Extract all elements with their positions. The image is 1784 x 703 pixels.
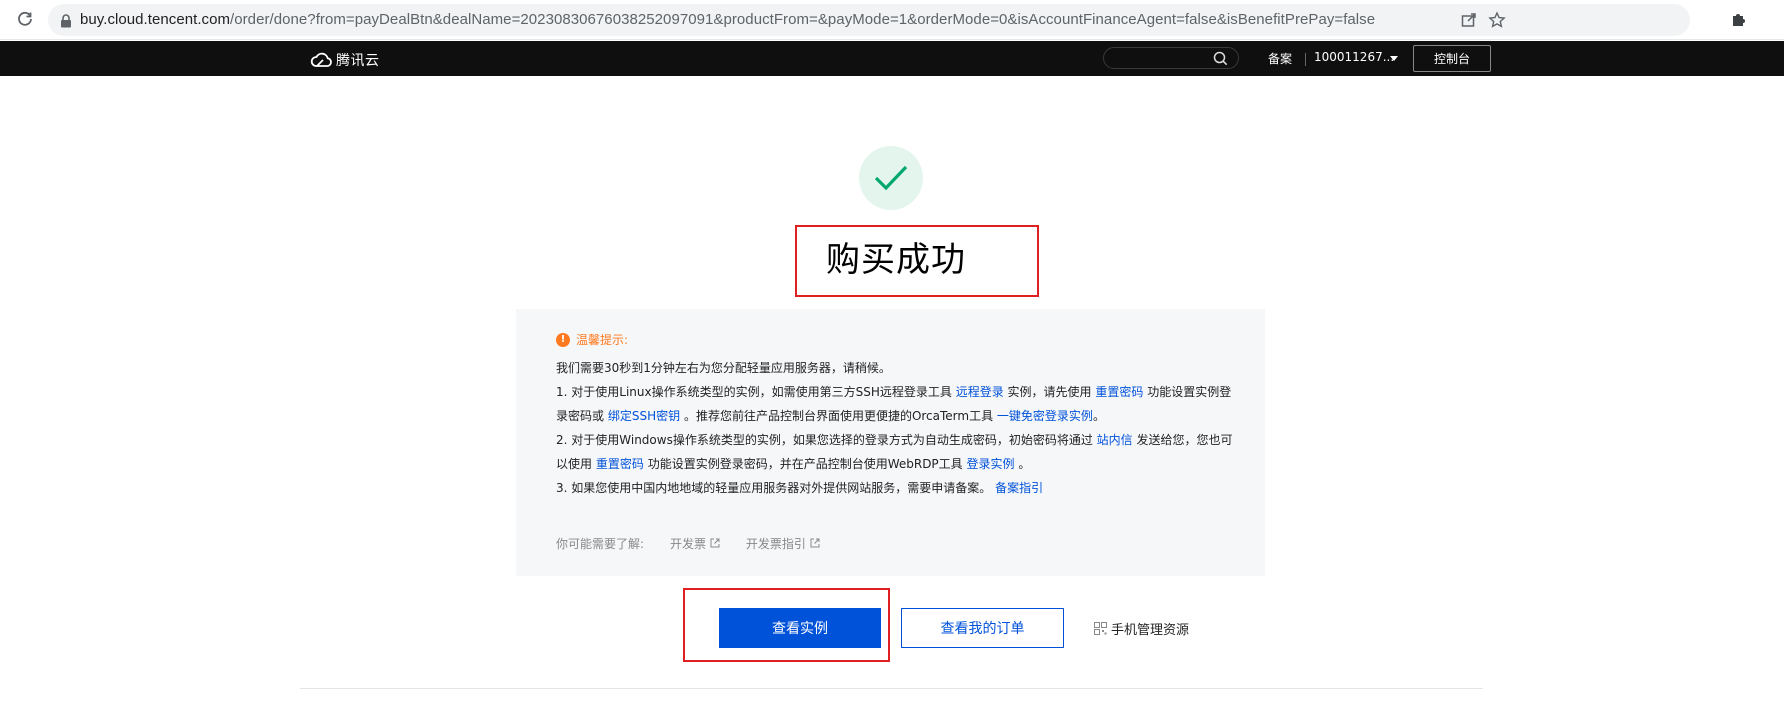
notice-line-0: 我们需要30秒到1分钟左右为您分配轻量应用服务器，请稍候。 xyxy=(556,361,891,375)
text: 。 xyxy=(1092,409,1105,423)
footer-divider xyxy=(300,688,1483,689)
logo-text: 腾讯云 xyxy=(336,53,380,69)
notice-line-5: 3. 如果您使用中国内地地域的轻量应用服务器对外提供网站服务，需要申请备案。 备… xyxy=(556,480,1043,496)
search-icon[interactable] xyxy=(1213,51,1228,66)
text: 。 xyxy=(1018,457,1031,471)
checkmark-icon xyxy=(874,165,908,191)
warning-icon: ! xyxy=(556,332,570,347)
notice-line-2: 录密码或 绑定SSH密钥 。推荐您前往产品控制台界面使用更便捷的OrcaTerm… xyxy=(556,408,1105,424)
lock-icon xyxy=(60,13,72,32)
notice-line-1: 1. 对于使用Linux操作系统类型的实例，如需使用第三方SSH远程登录工具 远… xyxy=(556,384,1231,400)
invoice-link[interactable]: 开发票 xyxy=(670,535,720,552)
page-title: 购买成功 xyxy=(826,240,966,280)
external-link-icon xyxy=(710,538,720,548)
chevron-down-icon[interactable] xyxy=(1390,56,1398,61)
console-button[interactable]: 控制台 xyxy=(1413,45,1491,72)
url-bar[interactable]: buy.cloud.tencent.com/order/done?from=pa… xyxy=(48,4,1690,36)
text: 。推荐您前往产品控制台界面使用更便捷的OrcaTerm工具 xyxy=(683,409,994,423)
invoice-guide-link-label: 开发票指引 xyxy=(745,537,806,551)
login-instance-link[interactable]: 登录实例 xyxy=(967,457,1015,471)
site-message-link[interactable]: 站内信 xyxy=(1097,433,1133,447)
beian-link[interactable]: 备案 xyxy=(1268,50,1292,67)
qr-code-icon xyxy=(1094,622,1107,635)
reset-password-link-2[interactable]: 重置密码 xyxy=(596,457,644,471)
text: 实例，请先使用 xyxy=(1007,385,1092,399)
bind-ssh-key-link[interactable]: 绑定SSH密钥 xyxy=(608,409,680,423)
text: 功能设置实例登录密码，并在产品控制台使用WebRDP工具 xyxy=(647,457,963,471)
view-orders-button[interactable]: 查看我的订单 xyxy=(901,608,1064,648)
text: 3. 如果您使用中国内地地域的轻量应用服务器对外提供网站服务，需要申请备案。 xyxy=(556,481,992,495)
text: 2. 对于使用Windows操作系统类型的实例，如果您选择的登录方式为自动生成密… xyxy=(556,433,1093,447)
text: 1. 对于使用Linux操作系统类型的实例，如需使用第三方SSH远程登录工具 xyxy=(556,385,952,399)
notice-line-3: 2. 对于使用Windows操作系统类型的实例，如果您选择的登录方式为自动生成密… xyxy=(556,432,1233,448)
reset-password-link[interactable]: 重置密码 xyxy=(1095,385,1143,399)
share-icon[interactable] xyxy=(1460,11,1478,29)
url-host: buy.cloud.tencent.com xyxy=(80,11,231,28)
text: 以使用 xyxy=(556,457,593,471)
bookmark-star-icon[interactable] xyxy=(1488,11,1506,29)
header-divider xyxy=(1305,53,1306,66)
tip-title: 温馨提示: xyxy=(576,333,629,347)
mobile-manage-link[interactable]: 手机管理资源 xyxy=(1094,619,1189,638)
passwordless-login-link[interactable]: 一键免密登录实例 xyxy=(997,409,1093,423)
header-search-input[interactable] xyxy=(1103,47,1239,69)
url-path: /order/done?from=payDealBtn&dealName=202… xyxy=(230,11,1376,28)
invoice-link-label: 开发票 xyxy=(670,537,707,551)
external-link-icon xyxy=(810,538,820,548)
text: 发送给您，您也可 xyxy=(1136,433,1233,447)
site-header: 腾讯云 备案 100011267... 控制台 xyxy=(0,41,1784,76)
extensions-puzzle-icon[interactable] xyxy=(1730,10,1748,28)
view-instance-button[interactable]: 查看实例 xyxy=(719,608,881,648)
remote-login-link[interactable]: 远程登录 xyxy=(956,385,1004,399)
account-menu[interactable]: 100011267... xyxy=(1314,50,1394,64)
invoice-guide-link[interactable]: 开发票指引 xyxy=(746,535,820,552)
notice-line-4: 以使用 重置密码 功能设置实例登录密码，并在产品控制台使用WebRDP工具 登录… xyxy=(556,456,1030,472)
url-text: buy.cloud.tencent.com/order/done?from=pa… xyxy=(80,11,1375,28)
browser-address-bar: buy.cloud.tencent.com/order/done?from=pa… xyxy=(0,0,1784,40)
mobile-manage-label: 手机管理资源 xyxy=(1111,623,1190,638)
tip-header: ! 温馨提示: xyxy=(556,331,628,348)
text: 功能设置实例登 xyxy=(1147,385,1232,399)
related-links: 你可能需要了解: 开发票 开发票指引 xyxy=(556,535,820,552)
success-badge xyxy=(859,146,923,210)
related-links-label: 你可能需要了解: xyxy=(556,537,645,551)
cloud-logo-icon xyxy=(310,52,332,67)
text: 录密码或 xyxy=(556,409,605,423)
reload-icon[interactable] xyxy=(14,8,36,30)
beian-guide-link[interactable]: 备案指引 xyxy=(995,481,1043,495)
tencent-cloud-logo[interactable]: 腾讯云 xyxy=(310,50,380,70)
page: buy.cloud.tencent.com/order/done?from=pa… xyxy=(0,0,1784,703)
